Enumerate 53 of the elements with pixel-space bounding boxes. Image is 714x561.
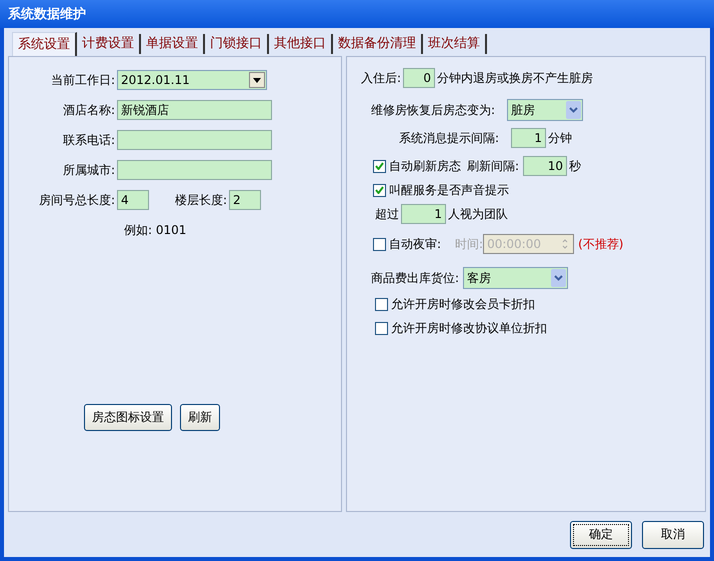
input-field[interactable]: 0 (403, 68, 436, 88)
tab[interactable]: 系统设置 (12, 32, 77, 56)
tab[interactable]: 数据备份清理 (333, 34, 423, 54)
field-label: 当前工作日: (50, 72, 116, 88)
option-label: 系统消息提示间隔: (399, 130, 500, 146)
dropdown-icon (566, 101, 582, 119)
checkbox[interactable]: 允许开房时修改协议单位折扣 (375, 320, 547, 336)
option-label: 入住后: (361, 70, 402, 86)
window-title: 系统数据维护 (8, 6, 86, 23)
input-field[interactable]: 1 (511, 128, 546, 148)
field-label: 联系电话: (62, 132, 116, 148)
action-button[interactable]: 房态图标设置 (84, 404, 172, 431)
field-label: 酒店名称: (62, 102, 116, 118)
field-label: 房间号总长度: (38, 192, 116, 208)
input-field[interactable]: 新锐酒店 (117, 100, 272, 120)
dropdown-icon (249, 72, 265, 88)
option-label: 刷新间隔: (467, 158, 520, 174)
input-field[interactable]: 2 (229, 190, 262, 210)
option-label: 人视为团队 (448, 206, 508, 222)
tab[interactable]: 计费设置 (77, 34, 141, 54)
field-label: 楼层长度: (175, 192, 228, 208)
checkbox[interactable]: 自动刷新房态 (373, 158, 461, 174)
check-icon (375, 186, 384, 194)
checkbox[interactable]: 允许开房时修改会员卡折扣 (375, 296, 535, 312)
option-label: 秒 (569, 158, 582, 174)
input-field[interactable]: 1 (401, 204, 446, 224)
option-label: 分钟 (548, 130, 572, 146)
checkbox[interactable]: 自动夜审: (373, 236, 442, 252)
dialog-button[interactable]: 确定 (570, 520, 632, 548)
dropdown[interactable]: 脏房 (507, 99, 584, 121)
checkbox[interactable]: 叫醒服务是否声音提示 (373, 182, 509, 198)
input-field[interactable]: 4 (117, 190, 149, 210)
dropdown[interactable]: 客房 (463, 267, 568, 289)
tab[interactable]: 门锁接口 (205, 34, 269, 54)
option-label: 时间: (455, 236, 484, 252)
tab[interactable]: 单据设置 (141, 34, 205, 54)
option-label: 分钟内退房或换房不产生脏房 (437, 70, 594, 86)
tab[interactable]: 其他接口 (269, 34, 333, 54)
option-label: 超过 (375, 206, 399, 222)
dialog-button[interactable]: 取消 (642, 520, 704, 548)
warning-text: (不推荐) (578, 236, 624, 252)
example-text: 例如: 0101 (124, 222, 188, 239)
input-field[interactable] (117, 130, 272, 150)
option-label: 商品费出库货位: (371, 270, 460, 286)
input-field[interactable] (117, 160, 272, 180)
field-label: 所属城市: (62, 162, 116, 178)
action-button[interactable]: 刷新 (180, 404, 220, 431)
tab[interactable]: 班次结算 (423, 34, 487, 54)
dropdown-icon (551, 269, 566, 287)
option-label: 维修房恢复后房态变为: (371, 102, 496, 118)
check-icon (375, 162, 384, 170)
input-field[interactable]: 10 (523, 156, 568, 176)
date-dropdown[interactable]: 2012.01.11 (117, 70, 267, 90)
